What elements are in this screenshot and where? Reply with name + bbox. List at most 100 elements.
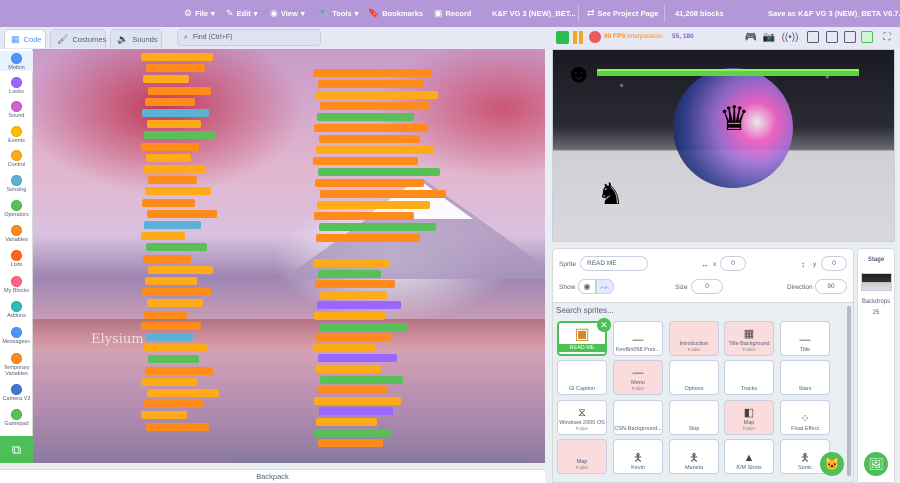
backpack-bar[interactable]: Backpack [0, 469, 545, 483]
x-input[interactable]: 0 [720, 256, 746, 271]
delete-sprite-button[interactable]: ✕ [597, 318, 611, 332]
sprite-tile[interactable]: ▲ K/M Shots [724, 439, 774, 474]
category-temporary-variables[interactable]: Temporary Variables [0, 351, 33, 377]
code-block[interactable] [143, 344, 207, 353]
code-block[interactable] [142, 198, 195, 207]
code-block[interactable] [142, 288, 211, 297]
category-my-blocks[interactable]: My Blocks [0, 274, 33, 294]
code-block[interactable] [313, 69, 432, 77]
code-block[interactable] [317, 201, 430, 209]
tools-menu[interactable]: 🔧 Tools ▾ [318, 0, 358, 27]
code-block[interactable] [145, 97, 195, 106]
stop-button[interactable] [589, 31, 601, 43]
code-block[interactable] [147, 299, 203, 308]
fullscreen-icon[interactable]: ⛶ [880, 31, 894, 44]
hide-sprite-toggle[interactable]: ᨓ [596, 279, 614, 294]
code-block[interactable] [317, 301, 401, 310]
code-block[interactable] [320, 290, 387, 299]
sprite-tile[interactable]: Skip [669, 400, 719, 435]
code-workspace[interactable]: Elysium [33, 49, 545, 463]
code-block[interactable] [319, 135, 420, 143]
split-layout-button[interactable] [844, 31, 856, 43]
code-block[interactable] [147, 120, 201, 129]
code-block[interactable] [143, 75, 189, 84]
code-block[interactable] [145, 187, 211, 196]
edit-menu[interactable]: ✎ Edit ▾ [226, 0, 257, 27]
code-block[interactable] [320, 102, 430, 110]
category-lists[interactable]: Lists [0, 248, 33, 268]
code-block[interactable] [148, 265, 213, 274]
code-block[interactable] [141, 53, 213, 61]
y-input[interactable]: 0 [821, 256, 847, 271]
category-operators[interactable]: Operators [0, 198, 33, 218]
sprite-tile[interactable]: Introduction Folder [669, 321, 719, 356]
sprite-tile[interactable]: CSN-Background... [613, 400, 663, 435]
category-looks[interactable]: Looks [0, 75, 33, 95]
code-block[interactable] [145, 366, 213, 375]
code-block[interactable] [141, 411, 187, 420]
code-block[interactable] [314, 312, 385, 320]
add-backdrop-button[interactable]: 🖼 [864, 452, 888, 476]
sprite-tile[interactable]: — Menu Folder [613, 360, 663, 395]
code-block[interactable] [320, 375, 403, 384]
stage-canvas[interactable]: ☻ ♛ ♞ [552, 49, 895, 242]
find-input[interactable]: ⌕ Find (Ctrl+F) [177, 29, 321, 46]
code-block[interactable] [316, 146, 434, 154]
code-block[interactable] [143, 165, 205, 173]
stage-layout-button[interactable] [826, 31, 838, 43]
category-sound[interactable]: Sound [0, 99, 33, 119]
code-block[interactable] [141, 321, 201, 330]
sprite-tile[interactable]: — KevBin058 Pres... [613, 321, 663, 356]
sprite-tile[interactable]: ▦ Title Background Folder [724, 321, 774, 356]
stage-selector-pane[interactable]: Stage Backdrops 25 [857, 248, 895, 483]
sprite-tile[interactable]: ⁘ Float Effect [780, 400, 830, 435]
code-block[interactable] [146, 64, 205, 73]
sprite-tile[interactable]: Stars [780, 360, 830, 395]
sprite-tile[interactable]: 🯅 Kevin [613, 439, 663, 474]
direction-input[interactable]: 90 [815, 279, 847, 294]
project-title-field[interactable]: K&F VG 3 (NEW)_BET... [492, 0, 576, 27]
record-button[interactable]: ▣ Record [434, 0, 471, 27]
sprite-tile[interactable]: — Title [780, 321, 830, 356]
add-sprite-button[interactable]: 🐱 [820, 452, 844, 476]
code-block[interactable] [141, 232, 185, 241]
code-block[interactable] [315, 179, 424, 187]
code-block[interactable] [148, 355, 199, 364]
code-block[interactable] [317, 386, 387, 395]
file-menu[interactable]: ⚙ File ▾ [184, 0, 215, 27]
category-variables[interactable]: Variables [0, 223, 33, 243]
screenshot-icon[interactable]: 📷 [762, 31, 776, 44]
workspace-scrollbar-horizontal[interactable] [228, 459, 533, 463]
tab-code[interactable]: ▦ Code [4, 29, 46, 48]
code-block[interactable] [316, 418, 377, 426]
code-block[interactable] [141, 142, 199, 151]
category-events[interactable]: Events [0, 124, 33, 144]
code-block[interactable] [316, 234, 420, 242]
sprite-tile[interactable]: ◧ Map Folder [724, 400, 774, 435]
code-block[interactable] [142, 377, 197, 386]
code-block[interactable] [318, 439, 383, 448]
code-block[interactable] [148, 86, 211, 95]
add-extension-button[interactable]: ⧉ [0, 436, 33, 463]
sprite-tile[interactable]: GI Caption [557, 360, 607, 395]
tab-costumes[interactable]: 🖌 Costumes [50, 29, 106, 48]
code-block[interactable] [144, 400, 203, 409]
category-control[interactable]: Control [0, 148, 33, 168]
sprite-tile[interactable]: Map Folder [557, 439, 607, 474]
code-block[interactable] [318, 269, 381, 278]
show-sprite-toggle[interactable]: ◉ [578, 279, 596, 294]
code-block[interactable] [146, 153, 191, 162]
pause-button[interactable] [573, 31, 583, 44]
see-project-page-button[interactable]: ⇄ See Project Page [587, 0, 658, 27]
code-block[interactable] [313, 428, 391, 437]
category-camera-v2[interactable]: Camera V2 [0, 382, 33, 402]
code-block[interactable] [320, 190, 446, 198]
category-messages[interactable]: Messages+ [0, 325, 33, 345]
bookmarks-menu[interactable]: 🔖 Bookmarks [368, 0, 423, 27]
code-block[interactable] [317, 113, 414, 121]
large-stage-button[interactable] [861, 31, 873, 43]
sprite-list-scrollbar[interactable] [847, 306, 851, 476]
code-block[interactable] [315, 91, 438, 99]
code-block[interactable] [318, 354, 397, 363]
code-block[interactable] [144, 131, 215, 140]
